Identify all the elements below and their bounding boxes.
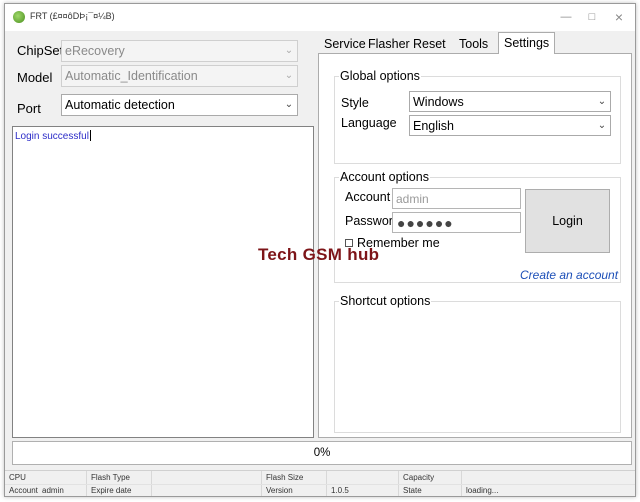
model-select[interactable]: Automatic_Identification ⌄ [61, 65, 298, 87]
progress-bar: 0% [12, 441, 632, 465]
window-title: FRT (£¤¤ôDÞ¡¯¤¼B) [30, 11, 115, 21]
account-input[interactable]: admin [392, 188, 521, 209]
tab-settings[interactable]: Settings [498, 32, 556, 54]
status-flash-type-label: Flash Type [91, 473, 130, 482]
title-bar: FRT (£¤¤ôDÞ¡¯¤¼B) — □ × [5, 4, 635, 31]
log-line: Login successful [15, 130, 91, 142]
model-value: Automatic_Identification [65, 69, 198, 83]
language-label: Language [341, 116, 397, 130]
log-output[interactable]: Login successful [12, 126, 314, 438]
login-button[interactable]: Login [525, 189, 610, 253]
tab-tools[interactable]: Tools [453, 34, 494, 54]
model-label: Model [17, 70, 53, 85]
text-caret [89, 130, 91, 141]
account-options-title: Account options [339, 170, 430, 184]
tab-reset[interactable]: Reset [407, 34, 452, 54]
language-select[interactable]: English ⌄ [409, 115, 611, 136]
global-options-title: Global options [339, 69, 421, 83]
status-version-label: Version [266, 486, 293, 495]
status-account-value: admin [42, 486, 64, 495]
chipset-value: eRecovery [65, 44, 125, 58]
status-version-value: 1.0.5 [331, 486, 349, 495]
password-input[interactable]: ●●●●●● [392, 212, 521, 233]
style-label: Style [341, 96, 369, 110]
global-options-group: Global options Style Windows ⌄ Language … [334, 69, 621, 164]
account-options-group: Account options Account admin Password ●… [334, 170, 621, 283]
close-icon[interactable]: × [606, 8, 632, 26]
app-window: FRT (£¤¤ôDÞ¡¯¤¼B) — □ × ChipSet eRecover… [4, 3, 636, 497]
style-select[interactable]: Windows ⌄ [409, 91, 611, 112]
chevron-down-icon: ⌄ [597, 96, 607, 107]
minimize-icon[interactable]: — [553, 8, 579, 26]
chevron-down-icon: ⌄ [284, 45, 294, 56]
chipset-select[interactable]: eRecovery ⌄ [61, 40, 298, 62]
chevron-down-icon: ⌄ [597, 120, 607, 131]
chipset-label: ChipSet [17, 43, 64, 58]
chevron-down-icon: ⌄ [284, 99, 294, 110]
language-value: English [413, 119, 454, 133]
create-account-link[interactable]: Create an account [520, 268, 618, 282]
status-state-label: State [403, 486, 422, 495]
status-account-label: Account [9, 486, 38, 495]
port-select[interactable]: Automatic detection ⌄ [61, 94, 298, 116]
password-mask: ●●●●●● [397, 215, 454, 231]
account-label: Account [345, 190, 391, 204]
status-expire-label: Expire date [91, 486, 132, 495]
maximize-icon[interactable]: □ [579, 8, 605, 26]
watermark-text: Tech GSM hub [258, 245, 380, 264]
port-label: Port [17, 101, 41, 116]
app-icon [13, 11, 25, 23]
status-flash-size-label: Flash Size [266, 473, 304, 482]
status-capacity-label: Capacity [403, 473, 435, 482]
chevron-down-icon: ⌄ [284, 70, 294, 81]
port-value: Automatic detection [65, 98, 175, 112]
style-value: Windows [413, 95, 464, 109]
status-table: CPU Flash Type Flash Size Capacity Accou… [5, 470, 635, 496]
shortcut-options-group: Shortcut options [334, 294, 621, 433]
progress-label: 0% [313, 447, 331, 459]
account-placeholder: admin [396, 192, 429, 206]
shortcut-options-title: Shortcut options [339, 294, 432, 308]
status-cpu-label: CPU [9, 473, 26, 482]
status-state-value: loading... [466, 486, 499, 495]
